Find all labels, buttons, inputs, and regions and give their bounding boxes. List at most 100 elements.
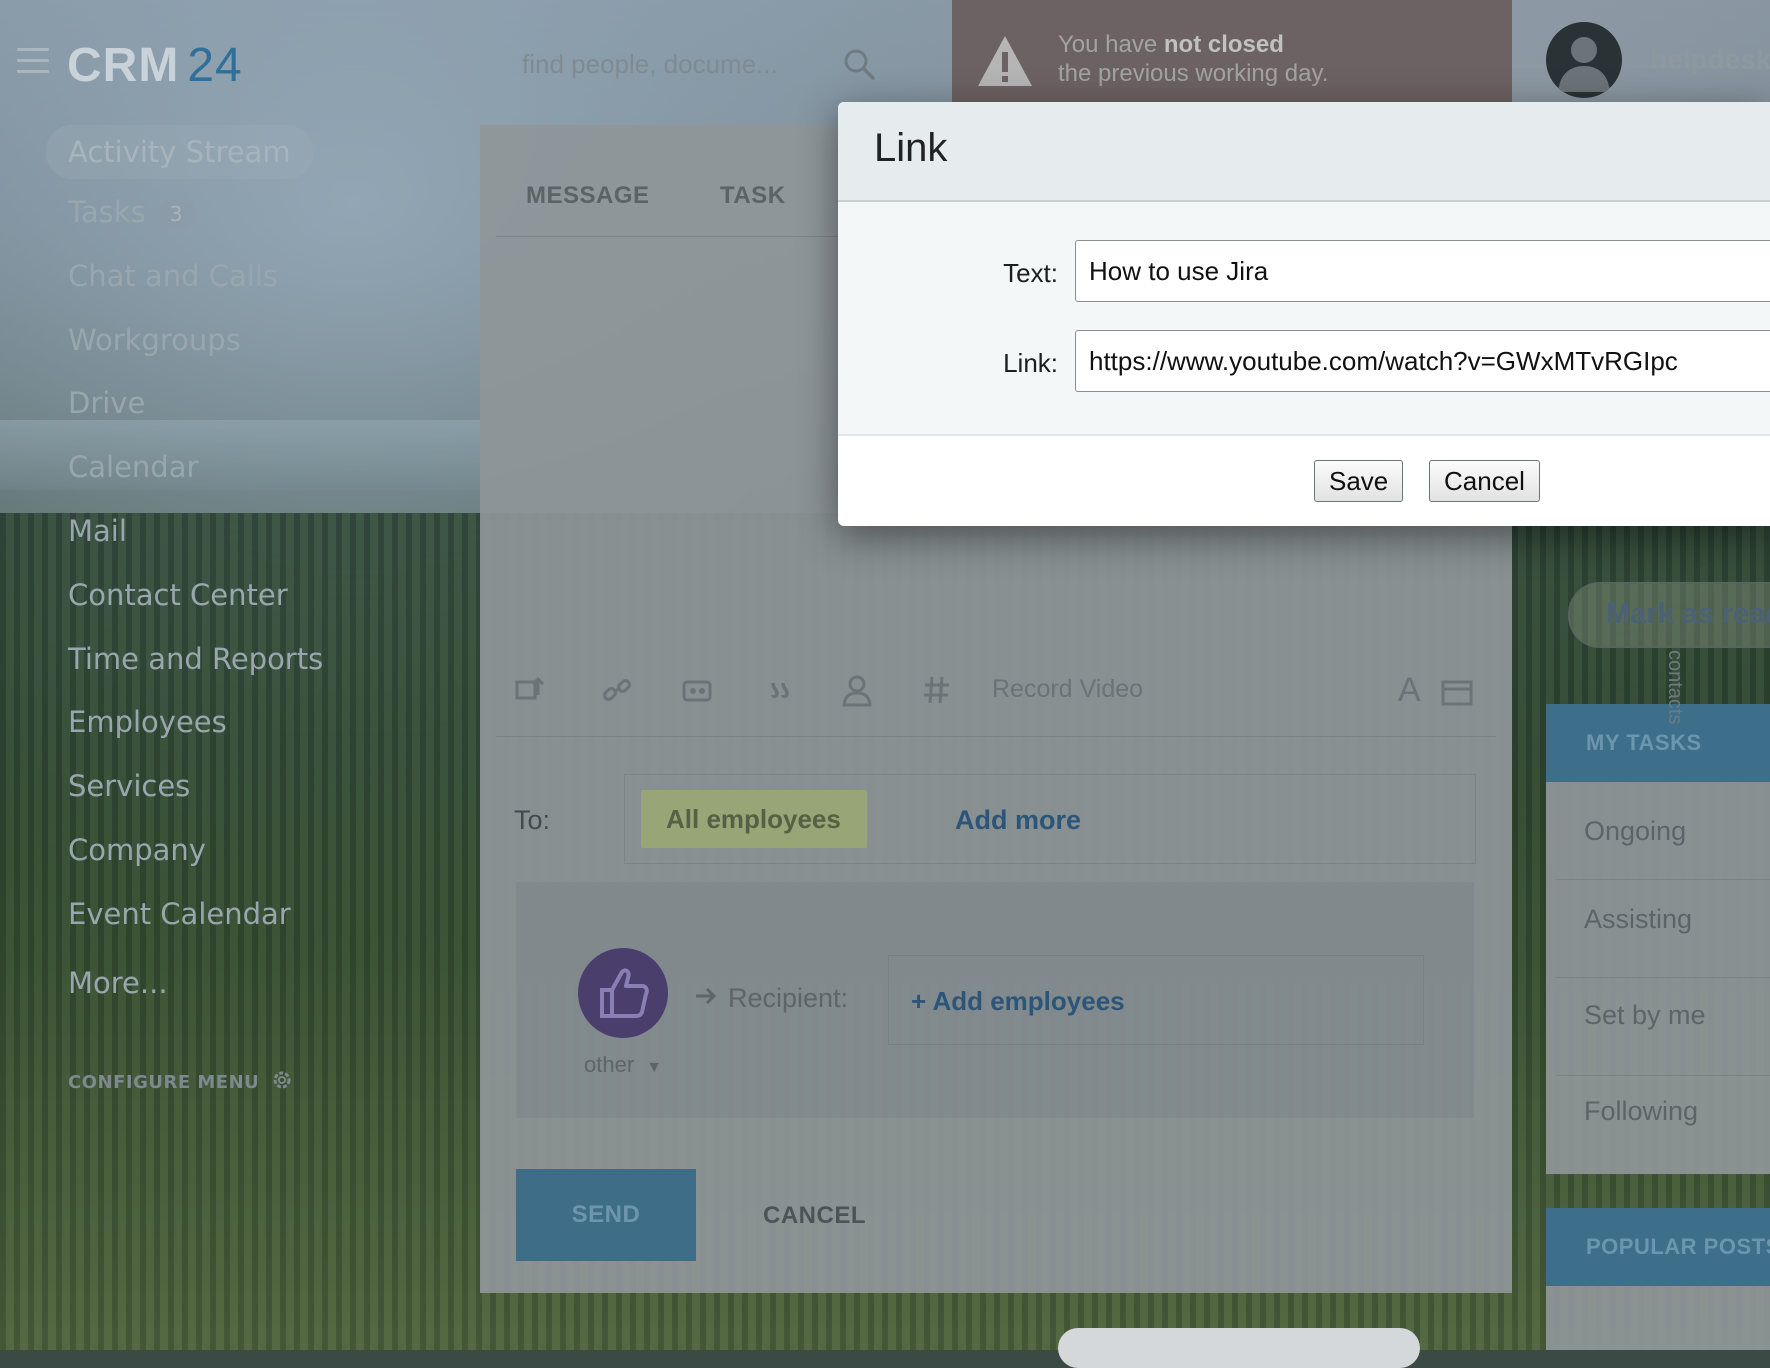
- divider: [1556, 1075, 1770, 1076]
- sidebar-item-services[interactable]: Services: [68, 769, 190, 803]
- sidebar-item-label: Tasks: [68, 195, 146, 229]
- add-employees-link[interactable]: + Add employees: [911, 986, 1125, 1017]
- recipient-chip[interactable]: All employees: [641, 790, 867, 848]
- text-format-icon[interactable]: A: [1398, 671, 1421, 710]
- save-button[interactable]: Save: [1314, 460, 1404, 502]
- recipients-field[interactable]: All employees Add more: [624, 774, 1476, 864]
- sidebar-item-activity-stream[interactable]: Activity Stream: [46, 125, 313, 179]
- link-url-field-label: Link:: [1003, 348, 1058, 378]
- sidebar-item-company[interactable]: Company: [68, 833, 206, 867]
- thumbs-up-badge[interactable]: [578, 948, 668, 1038]
- sidebar-item-label: Mail: [68, 514, 127, 548]
- sidebar-item-label: Workgroups: [68, 323, 241, 357]
- sidebar-item-label: Drive: [68, 386, 146, 420]
- logo-text: CRM: [67, 39, 180, 92]
- sidebar-item-more[interactable]: More...: [68, 966, 168, 1000]
- tab-task[interactable]: TASK: [720, 182, 786, 210]
- sidebar-item-label: Time and Reports: [68, 642, 324, 676]
- popular-posts-title: POPULAR POSTS: [1586, 1234, 1770, 1259]
- recipient-field[interactable]: + Add employees: [888, 955, 1424, 1045]
- badge-type-select[interactable]: other ▼: [584, 1052, 662, 1078]
- hamburger-menu-icon[interactable]: [17, 48, 49, 81]
- search-icon[interactable]: [842, 47, 876, 81]
- task-filter-set-by-me[interactable]: Set by me: [1584, 1000, 1706, 1031]
- sidebar-item-time-and-reports[interactable]: Time and Reports: [68, 642, 323, 676]
- sidebar-item-label: Services: [68, 769, 191, 803]
- chevron-down-icon: ▼: [646, 1059, 663, 1076]
- my-tasks-header[interactable]: MY TASKS: [1546, 704, 1770, 782]
- link-url-input[interactable]: [1075, 330, 1770, 392]
- badge-type-label: other: [584, 1052, 635, 1077]
- sidebar-item-workgroups[interactable]: Workgroups: [68, 323, 241, 357]
- configure-menu-button[interactable]: CONFIGURE MENU: [68, 1072, 259, 1093]
- cancel-button[interactable]: Cancel: [1429, 460, 1540, 502]
- sidebar-item-tasks[interactable]: Tasks 3: [68, 195, 197, 229]
- cancel-post-button[interactable]: CANCEL: [763, 1202, 866, 1230]
- sidebar-item-label: Calendar: [68, 450, 199, 484]
- add-more-link[interactable]: Add more: [955, 805, 1081, 836]
- sidebar-item-label: Contact Center: [68, 578, 288, 612]
- sidebar-item-chat-and-calls[interactable]: Chat and Calls: [68, 259, 278, 293]
- divider: [1556, 977, 1770, 978]
- quote-icon[interactable]: [765, 673, 799, 707]
- record-video-button[interactable]: Record Video: [992, 675, 1143, 704]
- recipient-chip-label: All employees: [666, 804, 841, 834]
- dialog-body: Text: Link:: [838, 202, 1770, 436]
- video-icon[interactable]: [680, 673, 714, 707]
- sidebar-item-label: Company: [68, 833, 206, 867]
- sidebar-item-label: Chat and Calls: [68, 259, 279, 293]
- recipient-label: Recipient:: [728, 983, 849, 1013]
- sidebar-item-label: Activity Stream: [68, 135, 291, 169]
- warning-line1-prefix: You have: [1058, 31, 1164, 58]
- link-dialog: Link Text: Link: Save Cancel: [838, 102, 1770, 526]
- tab-message[interactable]: MESSAGE: [526, 182, 650, 210]
- thumbs-up-icon: [600, 968, 649, 1018]
- gear-icon[interactable]: [270, 1068, 294, 1092]
- sidebar-item-label: Employees: [68, 705, 227, 739]
- divider: [1556, 879, 1770, 880]
- mark-as-read-button[interactable]: Mark as read: [1568, 582, 1770, 648]
- warning-icon: [978, 36, 1032, 86]
- toolbar-divider: [496, 736, 1496, 737]
- arrow-right-icon: [696, 987, 717, 1005]
- hashtag-icon[interactable]: [920, 673, 954, 707]
- sidebar-item-contact-center[interactable]: Contact Center: [68, 578, 288, 612]
- logo-number: 24: [187, 39, 243, 92]
- sidebar-item-drive[interactable]: Drive: [68, 386, 145, 420]
- popular-posts-header[interactable]: POPULAR POSTS: [1546, 1208, 1770, 1286]
- editor-toolbar: Record Video A: [480, 671, 1512, 733]
- task-filter-following[interactable]: Following: [1584, 1096, 1698, 1127]
- contacts-side-tab[interactable]: contacts: [1663, 650, 1686, 724]
- to-label: To:: [514, 805, 551, 835]
- mention-user-icon[interactable]: [840, 673, 874, 707]
- sidebar-item-label: Event Calendar: [68, 897, 291, 931]
- sidebar-item-employees[interactable]: Employees: [68, 705, 227, 739]
- task-filter-ongoing[interactable]: Ongoing: [1584, 816, 1686, 847]
- popular-posts-list: [1546, 1286, 1770, 1350]
- tasks-count-badge: 3: [155, 200, 197, 228]
- toggle-panel-icon[interactable]: [1440, 676, 1474, 710]
- sidebar-item-event-calendar[interactable]: Event Calendar: [68, 897, 291, 931]
- bottom-floating-button[interactable]: [1058, 1328, 1420, 1368]
- upload-file-icon[interactable]: [514, 673, 548, 707]
- warning-line2: the previous working day.: [1058, 60, 1329, 87]
- my-tasks-list: Ongoing Assisting Set by me Following: [1546, 782, 1770, 1174]
- search-box: [520, 45, 880, 85]
- warning-line1-bold: not closed: [1163, 31, 1284, 58]
- send-button[interactable]: SEND: [516, 1169, 696, 1261]
- link-icon[interactable]: [600, 673, 634, 707]
- dialog-title: Link: [874, 126, 948, 170]
- my-tasks-title: MY TASKS: [1586, 730, 1702, 755]
- warning-text: You have not closed the previous working…: [1058, 30, 1328, 88]
- task-filter-assisting[interactable]: Assisting: [1584, 904, 1692, 935]
- sidebar-item-label: More...: [68, 966, 168, 1000]
- sidebar-item-mail[interactable]: Mail: [68, 514, 127, 548]
- sidebar-item-calendar[interactable]: Calendar: [68, 450, 198, 484]
- mark-as-read-label: Mark as read: [1606, 598, 1770, 630]
- gratitude-box: Recipient: + Add employees other ▼: [516, 882, 1474, 1118]
- link-text-input[interactable]: [1075, 240, 1770, 302]
- text-field-label: Text:: [1003, 258, 1058, 288]
- search-input[interactable]: [520, 45, 824, 83]
- dialog-header[interactable]: Link: [838, 102, 1770, 202]
- app-logo[interactable]: CRM 24: [67, 38, 243, 93]
